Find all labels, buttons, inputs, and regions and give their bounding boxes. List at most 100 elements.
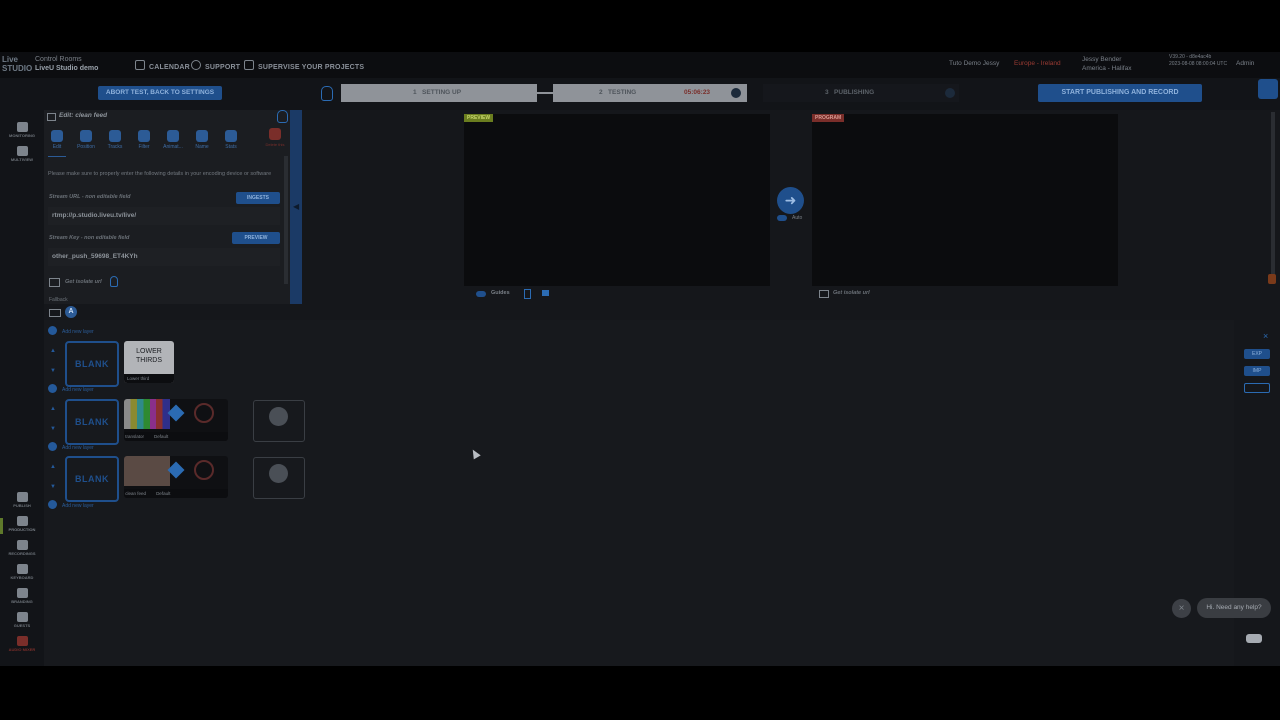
nav-support[interactable]: SUPPORT <box>191 60 240 71</box>
publish-icon <box>16 492 28 502</box>
step-publishing[interactable]: 3 PUBLISHING <box>763 84 959 102</box>
chat-launcher[interactable] <box>1236 624 1272 652</box>
warning-icon[interactable] <box>1268 274 1276 284</box>
rail-branding[interactable]: BRANDING <box>4 588 40 604</box>
layer-reorder-arrows[interactable]: ▲ ▼ <box>50 462 58 492</box>
chat-close-icon[interactable]: × <box>1172 599 1191 618</box>
stream-key-value[interactable]: other_push_59698_ET4KYh <box>52 253 138 260</box>
text-icon <box>16 588 28 598</box>
rail-recordings[interactable]: RECORDINGS <box>4 540 40 556</box>
step-info-icon[interactable] <box>731 88 741 98</box>
export-button[interactable]: EXP <box>1244 349 1270 359</box>
auto-mode-badge-icon[interactable]: A <box>65 306 77 318</box>
start-publishing-button[interactable]: START PUBLISHING AND RECORD <box>1038 84 1202 102</box>
rail-multiview[interactable]: MULTIVIEW <box>4 146 40 162</box>
translator-source[interactable]: translator Default <box>124 399 228 441</box>
abort-test-button[interactable]: ABORT TEST, BACK TO SETTINGS <box>98 86 222 100</box>
test-pattern-image <box>124 399 170 429</box>
tool-name[interactable]: Name <box>189 130 215 150</box>
layer-reorder-arrows[interactable]: ▲ ▼ <box>50 346 58 376</box>
import-button[interactable]: IMP <box>1244 366 1270 376</box>
lightbulb-icon[interactable] <box>321 86 333 101</box>
rail-monitoring[interactable]: MONITORING <box>4 122 40 138</box>
add-layer-button[interactable]: Add new layer <box>48 442 94 451</box>
layer-reorder-arrows[interactable]: ▲ ▼ <box>50 404 58 434</box>
tool-position[interactable]: Position <box>73 130 99 150</box>
tool-tracks[interactable]: Tracks <box>102 130 128 150</box>
edit-help-lightbulb-icon[interactable] <box>277 110 288 123</box>
tool-animation[interactable]: Animat... <box>160 130 186 150</box>
control-rooms-switcher[interactable]: Control Rooms LiveU Studio demo <box>35 55 98 73</box>
delete-source-button[interactable]: Delete this <box>262 128 288 147</box>
blank-source-button[interactable]: BLANK <box>65 456 119 502</box>
link-icon[interactable] <box>542 290 549 296</box>
support-icon <box>191 60 201 70</box>
program-monitor[interactable]: PROGRAM <box>812 114 1118 286</box>
layers-toolbar: A <box>44 304 1280 320</box>
tool-edit[interactable]: Edit <box>44 130 70 150</box>
program-screen-icon <box>819 290 829 298</box>
step-setting-up[interactable]: 1 SETTING UP <box>341 84 537 102</box>
preset-icon <box>194 460 214 480</box>
preset-icon <box>194 403 214 423</box>
add-source-slot[interactable] <box>253 457 305 499</box>
publishing-info-icon[interactable] <box>945 88 955 98</box>
step-testing[interactable]: 2 TESTING 05:06:23 <box>553 84 747 102</box>
lock-icon[interactable] <box>1244 383 1270 393</box>
clean-feed-source[interactable]: clean feed Default <box>124 456 228 498</box>
edit-panel-scrollbar[interactable] <box>284 156 288 284</box>
blank-source-button[interactable]: BLANK <box>65 399 119 445</box>
auto-toggle[interactable] <box>777 215 787 221</box>
stream-url-label: Stream URL - non editable field <box>49 194 131 200</box>
tool-filter[interactable]: Filter <box>131 130 157 150</box>
add-layer-button[interactable]: Add new layer <box>48 384 94 393</box>
add-layer-button[interactable]: Add new layer <box>48 500 94 509</box>
test-timer: 05:06:23 <box>684 89 711 96</box>
rail-guests[interactable]: GUESTS <box>4 612 40 628</box>
add-layer-button[interactable]: Add new layer <box>48 326 94 335</box>
rail-audio-mixer[interactable]: AUDIO MIXER <box>4 636 40 652</box>
blank-source-button[interactable]: BLANK <box>65 341 119 387</box>
nav-calendar[interactable]: CALENDAR <box>135 60 190 71</box>
project-selector[interactable]: Tuto Demo Jessy <box>949 60 999 67</box>
isolate-help-lightbulb-icon[interactable] <box>110 276 118 287</box>
projects-icon <box>244 60 254 70</box>
phone-icon[interactable] <box>524 289 531 299</box>
stream-url-value[interactable]: rtmp://p.studio.liveu.tv/live/ <box>52 212 136 219</box>
add-source-slot[interactable] <box>253 400 305 442</box>
collapse-panel-bar[interactable]: ◀ <box>290 110 302 304</box>
admin-menu[interactable]: Admin <box>1236 60 1254 67</box>
lower-thirds-source[interactable]: LOWER THIRDS Lower third <box>124 341 174 383</box>
close-icon[interactable]: × <box>1263 331 1268 341</box>
rail-production[interactable]: PRODUCTION <box>4 516 40 532</box>
nav-supervise-projects[interactable]: SUPERVISE YOUR PROJECTS <box>244 60 364 71</box>
ingests-button[interactable]: INGESTS <box>236 192 280 204</box>
tracks-icon <box>109 130 121 142</box>
program-isolate-url[interactable]: Get isolate url <box>833 290 870 296</box>
rail-keyboard[interactable]: KEYBOARD <box>4 564 40 580</box>
preview-button[interactable]: PREVIEW <box>232 232 280 244</box>
rail-publish[interactable]: PUBLISH <box>4 492 40 508</box>
step-bar: ABORT TEST, BACK TO SETTINGS 1 SETTING U… <box>0 78 1280 110</box>
chat-bubble[interactable]: Hi. Need any help? <box>1197 598 1271 618</box>
text-cursor-icon <box>196 130 208 142</box>
preset-name: Default <box>154 434 169 439</box>
monitor-scrollbar[interactable] <box>1271 112 1275 282</box>
control-rooms-label: Control Rooms <box>35 56 82 63</box>
get-isolate-url[interactable]: Get isolate url <box>65 279 102 285</box>
user-info[interactable]: Jessy Bender America - Halifax <box>1082 55 1131 73</box>
chat-panel-icon[interactable] <box>1258 79 1278 99</box>
app-logo[interactable]: Live STUDIO <box>2 55 32 75</box>
keyboard-toggle-icon[interactable] <box>49 309 61 317</box>
plus-icon <box>48 326 57 335</box>
take-arrow-button[interactable]: ➜ <box>777 187 804 214</box>
region-selector[interactable]: Europe - Ireland <box>1014 60 1061 67</box>
preset-name: Default <box>156 491 171 496</box>
tool-stats[interactable]: Stats <box>218 130 244 150</box>
user-location: America - Halifax <box>1082 65 1132 72</box>
top-bar: Live STUDIO Control Rooms LiveU Studio d… <box>0 52 1280 78</box>
diamond-icon <box>167 461 185 479</box>
preview-monitor[interactable]: PREVIEW <box>464 114 770 286</box>
guides-toggle[interactable] <box>476 291 486 297</box>
monitor-small-icon <box>47 113 56 121</box>
